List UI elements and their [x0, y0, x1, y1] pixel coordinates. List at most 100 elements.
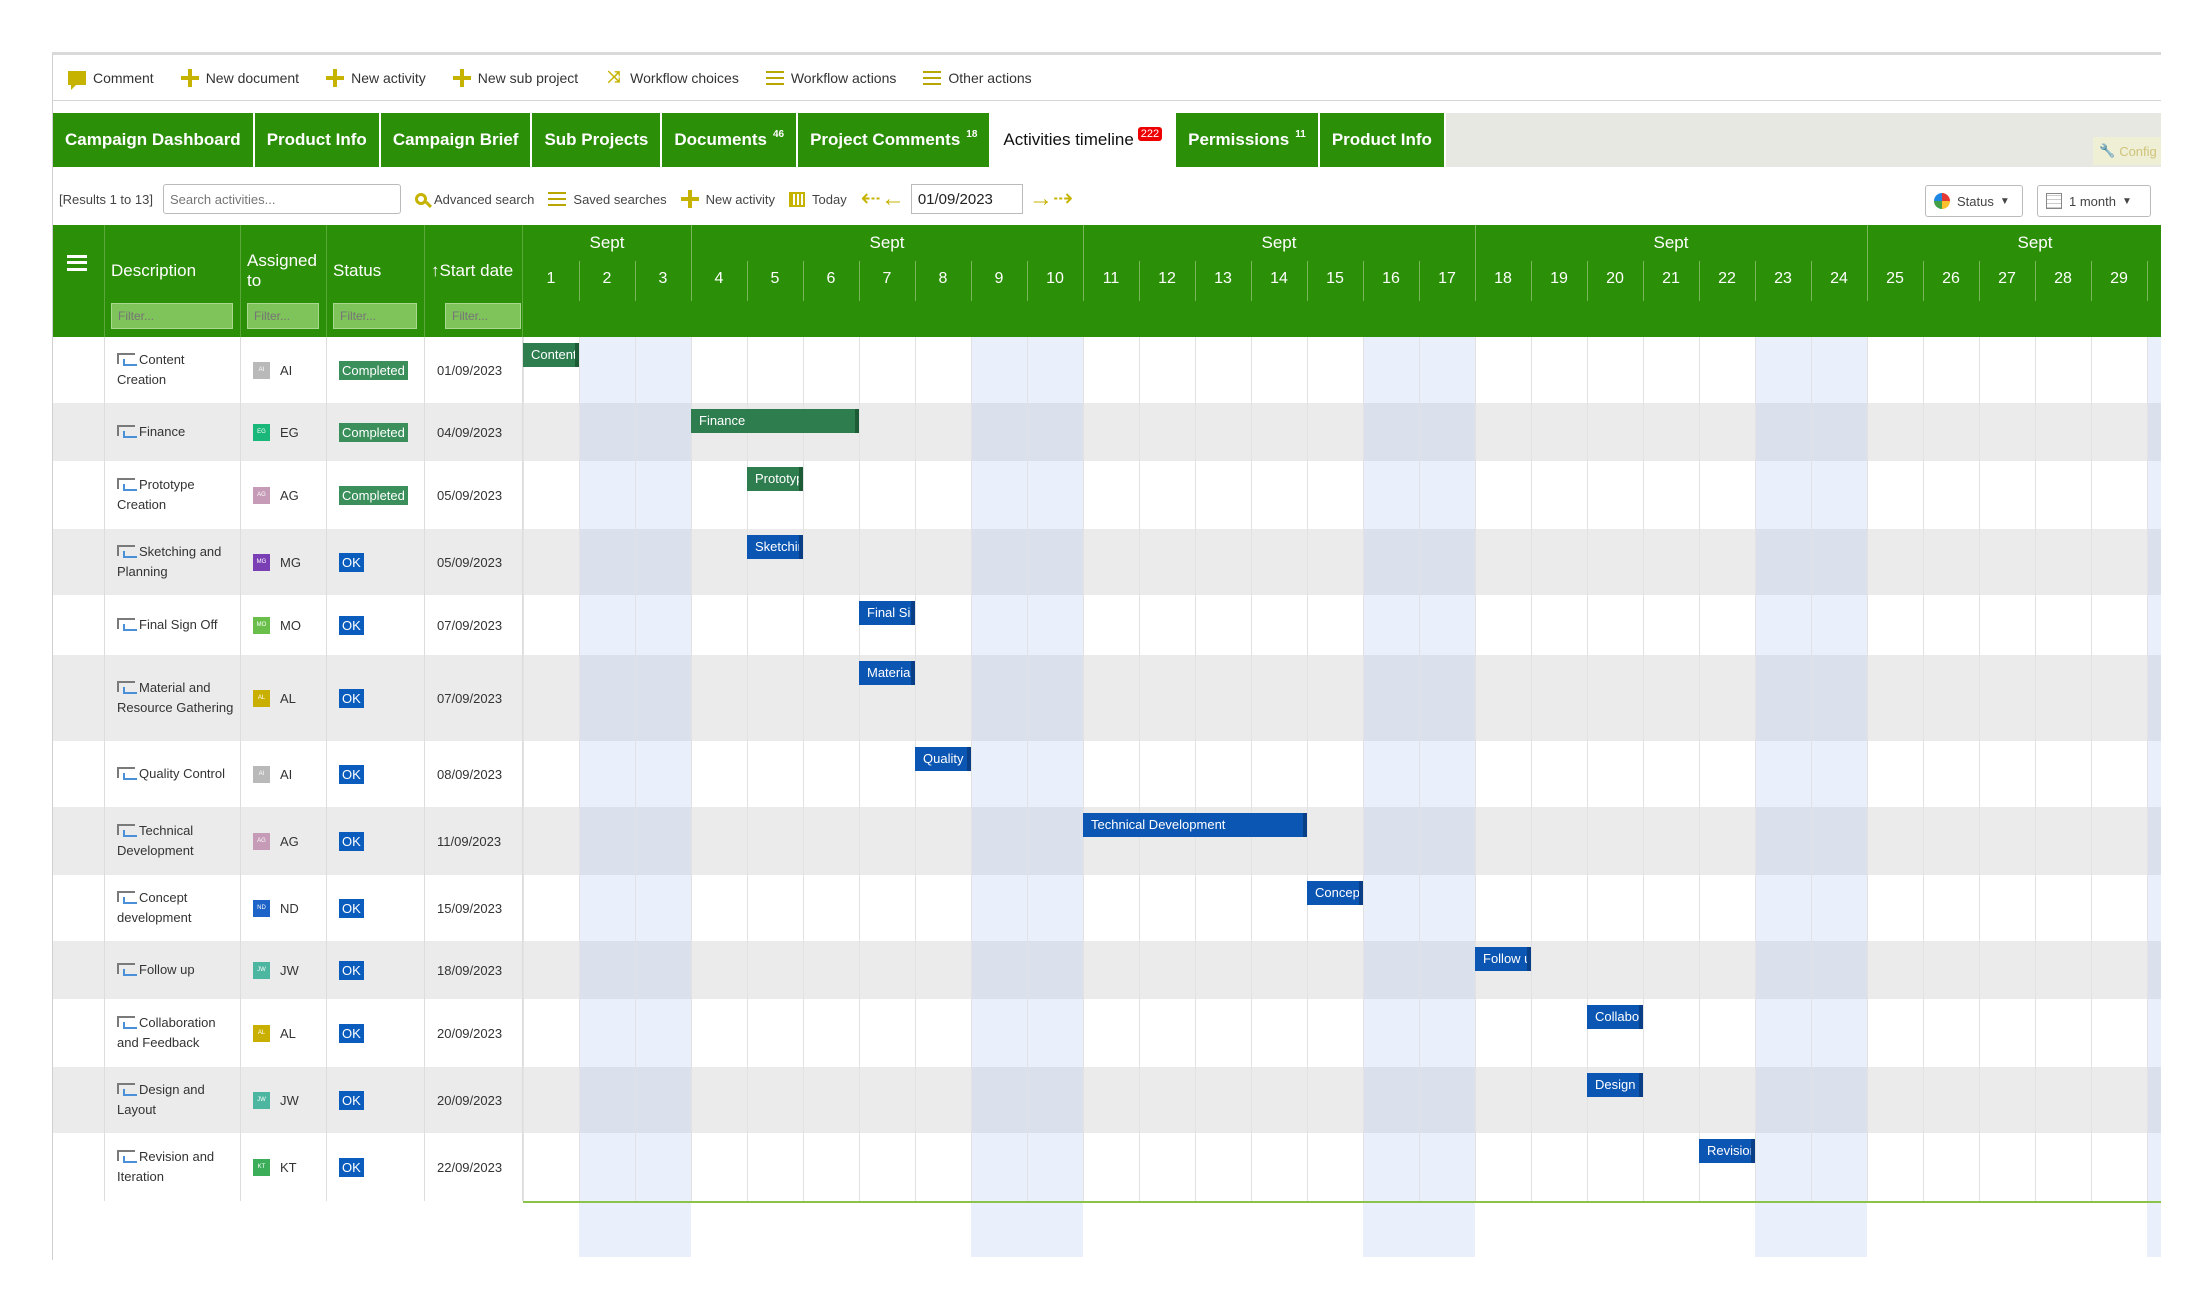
timeline-day-cell[interactable] — [691, 1067, 747, 1133]
timeline-day-cell[interactable] — [2147, 941, 2161, 999]
timeline-day-cell[interactable] — [1531, 1133, 1587, 1201]
timeline-day-cell[interactable] — [1531, 807, 1587, 875]
timeline-day-cell[interactable] — [1251, 999, 1307, 1067]
tab-sub-projects[interactable]: Sub Projects — [532, 113, 663, 167]
timeline-day-cell[interactable] — [859, 337, 915, 403]
timeline-day-cell[interactable] — [579, 461, 635, 529]
timeline-day-cell[interactable] — [2147, 529, 2161, 595]
timeline-day-cell[interactable] — [1475, 595, 1531, 655]
timeline-day-cell[interactable] — [1587, 337, 1643, 403]
activity-bar[interactable]: Concept development — [1307, 881, 1363, 905]
workflow-actions-button[interactable]: Workflow actions — [765, 68, 896, 88]
timeline-day-cell[interactable] — [635, 461, 691, 529]
timeline-day-cell[interactable] — [1027, 807, 1083, 875]
timeline-day-cell[interactable] — [1755, 941, 1811, 999]
timeline-day-cell[interactable] — [1419, 999, 1475, 1067]
activity-bar[interactable]: Collaboration and Feedback — [1587, 1005, 1643, 1029]
timeline-day-cell[interactable] — [971, 1133, 1027, 1201]
timeline-day-cell[interactable] — [1475, 807, 1531, 875]
timeline-day-cell[interactable] — [2035, 1067, 2091, 1133]
timeline-day-cell[interactable] — [2035, 529, 2091, 595]
timeline-day-cell[interactable] — [915, 461, 971, 529]
activity-bar[interactable]: Design and Layout — [1587, 1073, 1643, 1097]
table-row[interactable]: Sketching and Planning MG MG OK 05/09/2023 Sk… — [53, 529, 2161, 595]
timeline-day-cell[interactable] — [1755, 999, 1811, 1067]
new-activity-search-button[interactable]: New activity — [680, 190, 775, 208]
timeline-day-cell[interactable] — [1419, 595, 1475, 655]
status-column-header[interactable]: Status — [327, 225, 425, 337]
timeline-day-cell[interactable] — [1419, 529, 1475, 595]
timeline-day-cell[interactable] — [691, 655, 747, 741]
timeline-day-cell[interactable] — [579, 337, 635, 403]
workflow-choices-button[interactable]: ⤨ Workflow choices — [604, 68, 739, 88]
timeline-day-cell[interactable] — [1363, 741, 1419, 807]
timeline-day-cell[interactable] — [1307, 403, 1363, 461]
timeline-day-cell[interactable] — [635, 999, 691, 1067]
timeline-day-cell[interactable] — [803, 529, 859, 595]
timeline-day-cell[interactable] — [971, 1067, 1027, 1133]
timeline-day-cell[interactable] — [1867, 1133, 1923, 1201]
timeline-day-cell[interactable] — [1587, 1133, 1643, 1201]
timeline-day-cell[interactable] — [747, 875, 803, 941]
search-activities-input[interactable] — [162, 184, 401, 214]
activity-bar[interactable]: Prototype Creation — [747, 467, 803, 491]
timeline-day-cell[interactable] — [1867, 595, 1923, 655]
timeline-day-cell[interactable] — [1811, 1067, 1867, 1133]
timeline-day-cell[interactable] — [1363, 1133, 1419, 1201]
timeline-day-cell[interactable] — [1923, 741, 1979, 807]
timeline-day-cell[interactable] — [1587, 807, 1643, 875]
timeline-day-cell[interactable] — [747, 741, 803, 807]
timeline-day-cell[interactable] — [1307, 941, 1363, 999]
timeline-day-cell[interactable] — [1979, 741, 2035, 807]
timeline-day-cell[interactable] — [1755, 529, 1811, 595]
timeline-day-cell[interactable] — [1643, 403, 1699, 461]
timeline-day-cell[interactable] — [1475, 655, 1531, 741]
timeline-day-cell[interactable] — [1979, 595, 2035, 655]
activity-bar[interactable]: Follow up — [1475, 947, 1531, 971]
timeline-day-cell[interactable] — [691, 807, 747, 875]
tab-permissions[interactable]: Permissions 11 — [1176, 113, 1320, 167]
activity-bar[interactable]: Revision and Iteration — [1699, 1139, 1755, 1163]
timeline-day-cell[interactable] — [1531, 655, 1587, 741]
timeline-day-cell[interactable] — [1083, 337, 1139, 403]
timeline-day-cell[interactable] — [1307, 741, 1363, 807]
assigned-column-header[interactable]: Assigned to — [241, 225, 327, 337]
tab-product-info[interactable]: Product Info — [254, 113, 381, 167]
timeline-day-cell[interactable] — [691, 1133, 747, 1201]
timeline-day-cell[interactable] — [859, 461, 915, 529]
new-activity-button[interactable]: New activity — [325, 68, 426, 88]
timeline-day-cell[interactable] — [1867, 403, 1923, 461]
new-document-button[interactable]: New document — [180, 68, 299, 88]
timeline-day-cell[interactable] — [1755, 337, 1811, 403]
timeline-day-cell[interactable] — [1587, 741, 1643, 807]
timeline-day-cell[interactable] — [1419, 941, 1475, 999]
timeline-day-cell[interactable] — [1811, 595, 1867, 655]
timeline-day-cell[interactable] — [803, 595, 859, 655]
activity-description[interactable]: Finance — [139, 424, 185, 439]
timeline-day-cell[interactable] — [691, 999, 747, 1067]
timeline-day-cell[interactable] — [1195, 337, 1251, 403]
timeline-day-cell[interactable] — [1419, 741, 1475, 807]
timeline-day-cell[interactable] — [635, 1133, 691, 1201]
timeline-day-cell[interactable] — [1027, 337, 1083, 403]
timeline-day-cell[interactable] — [1923, 655, 1979, 741]
timeline-day-cell[interactable] — [859, 941, 915, 999]
timeline-day-cell[interactable] — [747, 337, 803, 403]
timeline-day-cell[interactable] — [1027, 1067, 1083, 1133]
tab-project-comments[interactable]: Project Comments 18 — [798, 113, 992, 167]
timeline-day-cell[interactable] — [635, 595, 691, 655]
row-select-cell[interactable] — [53, 595, 105, 655]
table-row[interactable]: Concept development ND ND OK 15/09/2023 Conce… — [53, 875, 2161, 941]
timeline-day-cell[interactable] — [915, 807, 971, 875]
timeline-day-cell[interactable] — [1923, 1133, 1979, 1201]
timeline-day-cell[interactable] — [1251, 875, 1307, 941]
timeline-day-cell[interactable] — [859, 807, 915, 875]
timeline-day-cell[interactable] — [1755, 595, 1811, 655]
timeline-day-cell[interactable] — [1195, 595, 1251, 655]
timeline-day-cell[interactable] — [1643, 529, 1699, 595]
timeline-day-cell[interactable] — [1923, 875, 1979, 941]
timeline-day-cell[interactable] — [2147, 875, 2161, 941]
timeline-day-cell[interactable] — [803, 807, 859, 875]
timeline-day-cell[interactable] — [2035, 999, 2091, 1067]
timeline-day-cell[interactable] — [915, 999, 971, 1067]
